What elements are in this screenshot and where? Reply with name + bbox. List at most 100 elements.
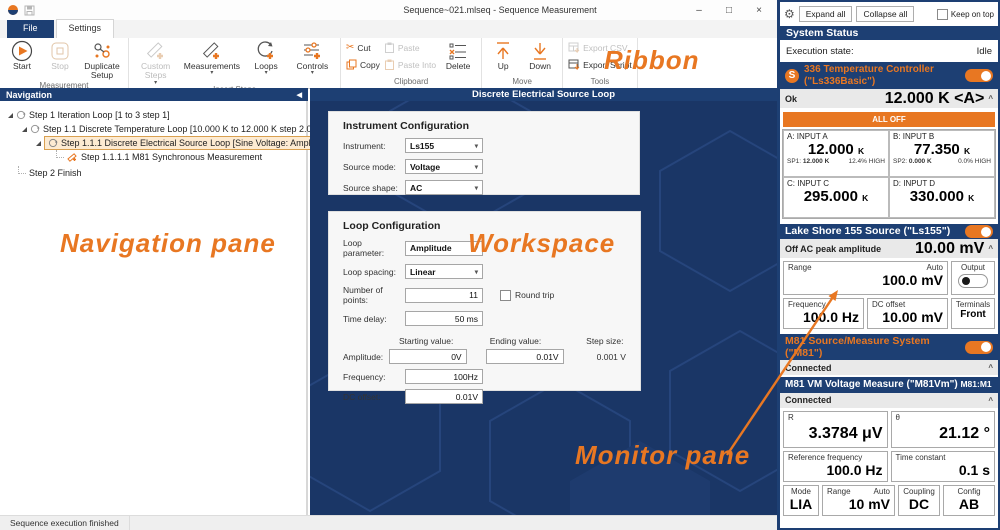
ruler-plus-icon	[201, 40, 223, 62]
ribbon-group-measurement: Start Stop Duplicate Setup Measurement	[0, 38, 129, 88]
input-c-cell: C: INPUT C 295.000 K	[783, 177, 889, 218]
chevron-up-icon[interactable]: ^	[988, 94, 993, 103]
output-toggle-off[interactable]	[958, 274, 988, 288]
tab-settings[interactable]: Settings	[56, 19, 115, 38]
m81-header: M81 Source/Measure System ("M81")	[780, 334, 998, 360]
ribbon-group-label: Move	[485, 77, 559, 88]
tree-item-step1-1[interactable]: Step 1.1 Discrete Temperature Loop [10.0…	[0, 122, 306, 136]
annotation-ribbon: Ribbon	[604, 45, 700, 76]
amplitude-start-input[interactable]	[389, 349, 467, 364]
measurement-step-icon	[67, 152, 78, 162]
ls336-toggle-on[interactable]	[965, 69, 993, 82]
tree-expander-icon[interactable]	[36, 141, 41, 146]
caret-down-icon: ▾	[475, 163, 478, 171]
output-box: Output	[951, 261, 995, 295]
m81-toggle-on[interactable]	[965, 341, 993, 354]
move-up-button[interactable]: Up	[485, 38, 521, 71]
copy-button[interactable]: Copy	[344, 58, 382, 71]
time-delay-input[interactable]	[405, 311, 483, 326]
mode-box: Mode LIA	[783, 485, 819, 516]
tree-item-step2[interactable]: Step 2 Finish	[0, 166, 306, 180]
gear-icon[interactable]: ⚙	[784, 7, 795, 21]
ribbon-group-insert-steps: Custom Steps ▾ Measurements ▾ Loops ▾ Co…	[129, 38, 341, 88]
move-down-button[interactable]: Down	[521, 38, 559, 71]
delete-button[interactable]: Delete	[438, 38, 478, 71]
close-button[interactable]: ×	[744, 0, 774, 20]
paste-into-button: Paste Into	[382, 58, 438, 71]
tree-expander-icon[interactable]	[22, 127, 27, 132]
arrow-down-icon	[531, 40, 549, 62]
tab-file[interactable]: File	[7, 20, 54, 38]
r-value-box: R 3.3784 μV	[783, 411, 888, 448]
chevron-up-icon[interactable]: ^	[988, 396, 993, 405]
duplicate-link-icon	[91, 40, 113, 62]
caret-down-icon: ▾	[475, 184, 478, 192]
ls155-status-row[interactable]: Off AC peak amplitude 10.00 mV ^	[780, 239, 998, 258]
instrument-dropdown[interactable]: Ls155▾	[405, 138, 483, 153]
input-d-cell: D: INPUT D 330.000 K	[889, 177, 995, 218]
round-trip-checkbox[interactable]	[500, 290, 511, 301]
ribbon-group-label: Tools	[566, 77, 634, 88]
copy-icon	[346, 59, 357, 70]
theta-value-box: θ 21.12 °	[891, 411, 996, 448]
tree-item-step1[interactable]: Step 1 Iteration Loop [1 to 3 step 1]	[0, 108, 306, 122]
controls-button[interactable]: Controls ▾	[288, 38, 336, 75]
number-of-points-input[interactable]	[405, 288, 483, 303]
monitor-pane: ⚙ Expand all Collapse all Keep on top Sy…	[777, 0, 1000, 530]
tree-item-step1-1-1-selected[interactable]: Step 1.1.1 Discrete Electrical Source Lo…	[0, 136, 306, 150]
ribbon-group-clipboard: ✂Cut Copy Paste Paste Into Delete Clipbo…	[341, 38, 482, 88]
frequency-start-input[interactable]	[405, 369, 483, 384]
loop-spacing-dropdown[interactable]: Linear▾	[405, 264, 483, 279]
range-box: RangeAuto 100.0 mV	[783, 261, 948, 295]
all-off-button[interactable]: ALL OFF	[783, 112, 995, 127]
status-bar: Sequence execution finished	[0, 515, 777, 530]
collapse-nav-icon[interactable]: ◀	[297, 91, 302, 99]
maximize-button[interactable]: □	[714, 0, 744, 20]
reference-frequency-box: Reference frequency 100.0 Hz	[783, 451, 888, 482]
expand-all-button[interactable]: Expand all	[799, 6, 853, 22]
chevron-up-icon[interactable]: ^	[988, 363, 993, 372]
caret-down-icon: ▾	[265, 71, 268, 75]
dc-offset-start-input[interactable]	[405, 389, 483, 404]
workspace-header: Discrete Electrical Source Loop	[310, 88, 777, 101]
panel-title: Instrument Configuration	[329, 112, 639, 138]
m81-status-row[interactable]: Connected ^	[780, 360, 998, 375]
cut-button[interactable]: ✂Cut	[344, 41, 382, 54]
chevron-up-icon[interactable]: ^	[988, 244, 993, 253]
keep-on-top-checkbox[interactable]	[937, 9, 948, 20]
navigation-pane: Step 1 Iteration Loop [1 to 3 step 1] St…	[0, 101, 308, 515]
input-b-cell: B: INPUT B 77.350 K SP2: 0.000 K0.0% HIG…	[889, 130, 995, 177]
system-status-header: System Status	[780, 26, 998, 40]
stop-icon	[50, 40, 70, 62]
m81vm-status-row[interactable]: Connected ^	[780, 393, 998, 408]
m81vm-range-box: RangeAuto 10 mV	[822, 485, 895, 516]
tree-expander-icon[interactable]	[8, 113, 13, 118]
start-button[interactable]: Start	[3, 38, 41, 71]
terminals-box: Terminals Front	[951, 298, 995, 329]
collapse-all-button[interactable]: Collapse all	[856, 6, 914, 22]
input-a-cell: A: INPUT A 12.000 K SP1: 12.000 K12.4% H…	[783, 130, 889, 177]
loop-step-icon	[48, 138, 58, 148]
ls155-toggle-on[interactable]	[965, 225, 993, 238]
amplitude-end-input[interactable]	[486, 349, 564, 364]
ribbon-group-label: Clipboard	[344, 77, 478, 88]
export-csv-icon	[568, 42, 580, 53]
paste-icon	[384, 42, 395, 53]
loop-step-icon	[30, 124, 40, 134]
duplicate-setup-button[interactable]: Duplicate Setup	[79, 38, 125, 81]
ls336-status-row[interactable]: Ok 12.000 K <A> ^	[780, 89, 998, 108]
status-message: Sequence execution finished	[0, 516, 130, 530]
loop-step-icon	[16, 110, 26, 120]
source-shape-dropdown[interactable]: AC▾	[405, 180, 483, 195]
tree-elbow-connector	[56, 150, 64, 158]
time-constant-box: Time constant 0.1 s	[891, 451, 996, 482]
loops-button[interactable]: Loops ▾	[245, 38, 287, 75]
tree-item-step1-1-1-1[interactable]: Step 1.1.1.1 M81 Synchronous Measurement	[0, 150, 306, 164]
annotation-navigation-pane: Navigation pane	[60, 228, 276, 259]
step-size-header: Step size:	[570, 336, 640, 346]
dc-offset-box: DC offset 10.00 mV	[867, 298, 948, 329]
paste-into-icon	[384, 59, 395, 70]
measurements-button[interactable]: Measurements ▾	[180, 38, 244, 75]
minimize-button[interactable]: –	[684, 0, 714, 20]
source-mode-dropdown[interactable]: Voltage▾	[405, 159, 483, 174]
